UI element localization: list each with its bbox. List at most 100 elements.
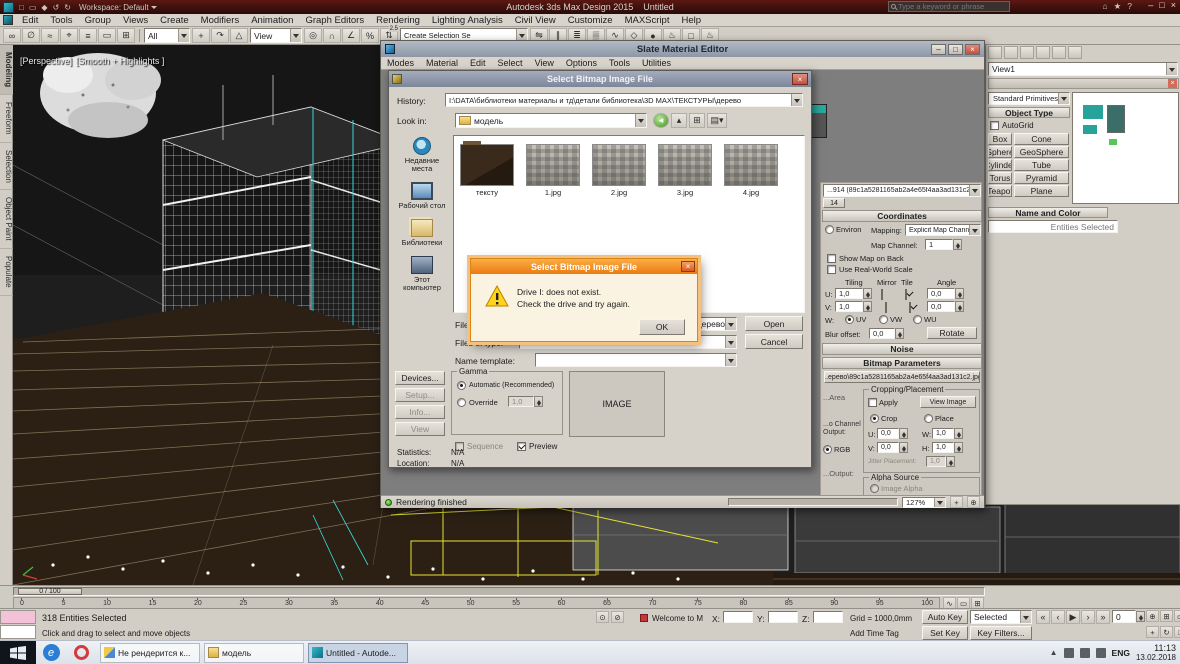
add-time-tag[interactable]: Add Time Tag (850, 629, 899, 638)
view-image-button[interactable]: View Image (920, 396, 976, 408)
primitive-button[interactable]: Sphere (988, 146, 1012, 158)
slate-navigator-panel[interactable] (1072, 92, 1179, 204)
key-filters-button[interactable]: Key Filters... (970, 626, 1032, 640)
select-object-icon[interactable]: ⌖ (60, 28, 78, 43)
bind-spacewarp-icon[interactable]: ≈ (41, 28, 59, 43)
selection-filter-dropdown[interactable]: All (144, 28, 190, 43)
slate-titlebar[interactable]: Slate Material Editor – □ × (381, 41, 984, 57)
primitive-button[interactable]: Cone (1014, 133, 1069, 145)
uv-radio[interactable]: UV (845, 315, 866, 324)
help-icon[interactable]: ? (1127, 1, 1132, 12)
noise-rollout[interactable]: Noise (822, 343, 982, 355)
play-button[interactable]: ▶ (1066, 610, 1080, 624)
current-frame-spinner[interactable]: 0 (1112, 610, 1145, 623)
minimize-button[interactable]: – (1148, 0, 1153, 10)
spinner-arrows-icon[interactable] (899, 428, 908, 439)
file-thumbnail[interactable]: 4.jpg (722, 144, 780, 197)
z-coordinate-field[interactable] (813, 611, 843, 623)
home-icon[interactable]: ⌂ (1103, 1, 1108, 12)
search-box[interactable] (888, 1, 1010, 12)
slate-menu-item[interactable]: Tools (603, 58, 636, 68)
radio-icon[interactable] (870, 484, 879, 493)
restore-button[interactable]: □ (1159, 0, 1164, 10)
real-world-scale-checkbox[interactable]: Use Real-World Scale (827, 265, 913, 274)
radio-icon[interactable] (457, 398, 466, 407)
start-button[interactable] (0, 641, 36, 664)
slate-menu-item[interactable]: Edit (464, 58, 492, 68)
percent-snap-icon[interactable]: % (361, 28, 379, 43)
gamma-value-spinner[interactable]: 1,0 (508, 396, 543, 407)
menu-item[interactable]: Group (79, 15, 117, 26)
v-tile-checkbox[interactable] (909, 302, 911, 313)
hierarchy-tab-icon[interactable] (1020, 46, 1034, 59)
zoom-icon[interactable]: ⊕ (1146, 610, 1159, 622)
u-tile-checkbox[interactable] (905, 289, 907, 300)
undo-icon[interactable]: ↺ (53, 3, 60, 12)
zoom-extents-icon[interactable]: ⊞ (1160, 610, 1173, 622)
cancel-button[interactable]: Cancel (745, 334, 803, 349)
radio-icon[interactable] (457, 381, 466, 390)
action-center-icon[interactable] (1064, 648, 1074, 658)
coordinates-rollout[interactable]: Coordinates (822, 210, 982, 222)
spinner-arrows-icon[interactable] (954, 442, 963, 453)
place-item[interactable]: Рабочий стол (395, 182, 449, 210)
slate-menu-item[interactable]: Select (492, 58, 529, 68)
ribbon-tab[interactable]: Freeform (0, 95, 13, 142)
slate-menu-item[interactable]: Modes (381, 58, 420, 68)
rotate-button[interactable]: Rotate (927, 327, 977, 339)
menu-item[interactable]: Views (117, 15, 154, 26)
file-thumbnail[interactable]: 3.jpg (656, 144, 714, 197)
menu-item[interactable]: MAXScript (619, 15, 676, 26)
taskbar-window-button[interactable]: Untitled - Autode... (308, 643, 408, 663)
new-scene-icon[interactable]: □ (19, 3, 24, 12)
up-one-level-icon[interactable]: ▴ (671, 113, 687, 128)
radio-icon[interactable] (845, 315, 854, 324)
spinner-arrows-icon[interactable] (863, 301, 872, 312)
spinner-arrows-icon[interactable] (953, 239, 962, 250)
clock[interactable]: 11:13 13.02.2018 (1136, 643, 1176, 663)
maximize-viewport-icon[interactable]: □ (1174, 626, 1180, 638)
spinner-arrows-icon[interactable] (534, 396, 543, 407)
radio-icon[interactable] (823, 445, 832, 454)
select-link-icon[interactable]: ∞ (3, 28, 21, 43)
primitive-button[interactable]: Torus (988, 172, 1012, 184)
next-frame-button[interactable]: › (1081, 610, 1095, 624)
menu-item[interactable]: Modifiers (195, 15, 246, 26)
radio-icon[interactable] (879, 315, 888, 324)
object-name-field[interactable]: Entities Selected (988, 220, 1118, 233)
name-color-rollout[interactable]: Name and Color (988, 207, 1108, 218)
ribbon-tab[interactable]: Modeling (0, 45, 13, 95)
orbit-icon[interactable]: ↻ (1160, 626, 1173, 638)
rect-region-icon[interactable]: ▭ (98, 28, 116, 43)
spinner-arrows-icon[interactable] (955, 288, 964, 299)
taskbar-window-button[interactable]: модель (204, 643, 304, 663)
pan-icon[interactable]: + (1146, 626, 1159, 638)
auto-key-button[interactable]: Auto Key (922, 610, 968, 624)
spinner-arrows-icon[interactable] (954, 428, 963, 439)
welcome-icon[interactable] (640, 614, 648, 622)
set-key-button[interactable]: Set Key (922, 626, 968, 640)
mono-rgb-radio[interactable]: RGB (823, 445, 850, 454)
minimize-button[interactable]: – (931, 44, 946, 55)
new-folder-icon[interactable]: ⊞ (689, 113, 705, 128)
info-button[interactable]: Info... (395, 405, 445, 419)
scale-icon[interactable]: △ (230, 28, 248, 43)
max-logo-icon[interactable] (3, 15, 13, 25)
opera-icon[interactable] (66, 641, 96, 664)
radio-icon[interactable] (825, 225, 834, 234)
slate-zoom-icon[interactable]: ⊕ (967, 496, 980, 508)
spinner-arrows-icon[interactable] (899, 442, 908, 453)
wu-radio[interactable]: WU (913, 315, 937, 324)
snap-toggle-icon[interactable]: ∩ (323, 28, 341, 43)
map-channel-spinner[interactable]: 1 (925, 239, 962, 250)
vw-radio[interactable]: VW (879, 315, 902, 324)
menu-item[interactable]: Civil View (509, 15, 562, 26)
u-mirror-checkbox[interactable] (881, 289, 883, 300)
select-by-name-icon[interactable]: ≡ (79, 28, 97, 43)
v-tiling-spinner[interactable]: 1,0 (835, 301, 872, 312)
u-angle-spinner[interactable]: 0,0 (927, 288, 964, 299)
primitive-button[interactable]: Plane (1014, 185, 1069, 197)
place-item[interactable]: Библиотеки (395, 219, 449, 247)
save-scene-icon[interactable]: ◆ (41, 3, 47, 12)
volume-icon[interactable] (1096, 648, 1106, 658)
